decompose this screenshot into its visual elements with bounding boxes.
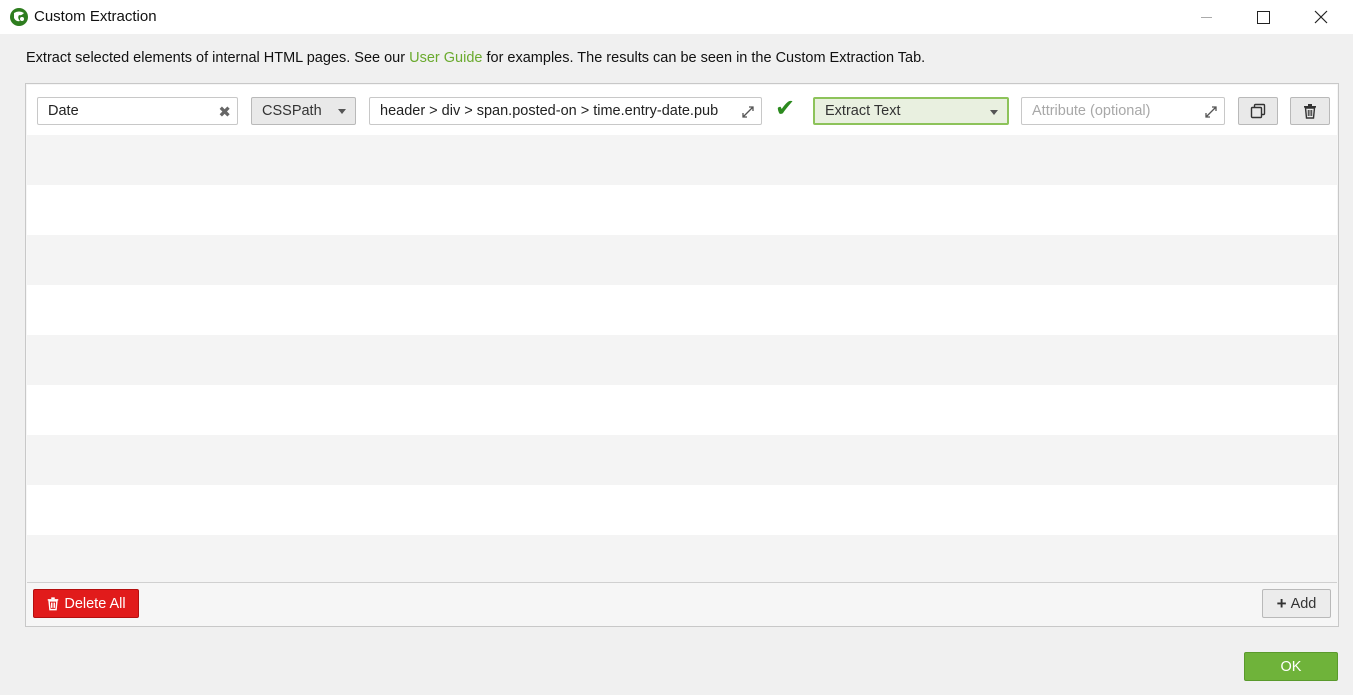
minimize-button[interactable] [1177,0,1235,34]
trash-icon [1304,104,1316,119]
empty-row [27,135,1337,185]
extractor-name-input[interactable]: Date ✖ [37,97,238,125]
ok-label: OK [1280,658,1302,675]
selector-type-value: CSSPath [262,103,322,119]
chevron-down-icon [990,110,998,115]
extract-mode-dropdown[interactable]: Extract Text [813,97,1009,125]
duplicate-button[interactable] [1238,97,1278,125]
extractor-name-value: Date [48,103,79,119]
intro-text-before: Extract selected elements of internal HT… [26,50,410,66]
attribute-input[interactable]: Attribute (optional) [1021,97,1225,125]
empty-row [27,185,1337,235]
window-title: Custom Extraction [34,8,157,25]
user-guide-link[interactable]: User Guide [409,50,482,66]
add-label: Add [1290,595,1317,612]
close-button[interactable] [1292,0,1350,34]
remove-row-button[interactable] [1290,97,1330,125]
empty-row [27,335,1337,385]
chevron-down-icon [338,109,346,114]
extractor-panel: Date ✖ CSSPath header > div > span.poste… [25,83,1339,627]
close-icon [1314,10,1328,24]
plus-icon: + [1276,593,1287,613]
title-bar: Custom Extraction [0,0,1353,34]
checkmark-icon: ✔ [775,95,796,122]
extract-mode-value: Extract Text [825,103,901,119]
app-logo-icon [10,8,28,26]
empty-row [27,385,1337,435]
empty-row [27,485,1337,535]
selector-path-value: header > div > span.posted-on > time.ent… [380,103,719,119]
empty-row [27,435,1337,485]
attribute-placeholder: Attribute (optional) [1032,103,1151,119]
add-button[interactable]: + Add [1262,589,1331,618]
selector-path-input[interactable]: header > div > span.posted-on > time.ent… [369,97,762,125]
ok-button[interactable]: OK [1244,652,1338,681]
trash-icon [48,597,59,611]
intro-text: Extract selected elements of internal HT… [26,50,925,66]
empty-row [27,285,1337,335]
selector-type-dropdown[interactable]: CSSPath [251,97,356,125]
empty-row [27,235,1337,285]
clear-icon[interactable]: ✖ [218,103,231,121]
extractor-rows: Date ✖ CSSPath header > div > span.poste… [27,85,1337,582]
expand-icon[interactable] [740,104,756,120]
panel-divider [27,582,1337,583]
intro-text-after: for examples. The results can be seen in… [482,50,926,66]
minimize-icon [1200,16,1212,18]
delete-all-label: Delete All [64,595,126,612]
maximize-button[interactable] [1234,0,1292,34]
empty-row [27,535,1337,582]
copy-icon [1250,103,1266,119]
expand-icon[interactable] [1203,104,1219,120]
delete-all-button[interactable]: Delete All [33,589,139,618]
maximize-icon [1256,10,1270,24]
